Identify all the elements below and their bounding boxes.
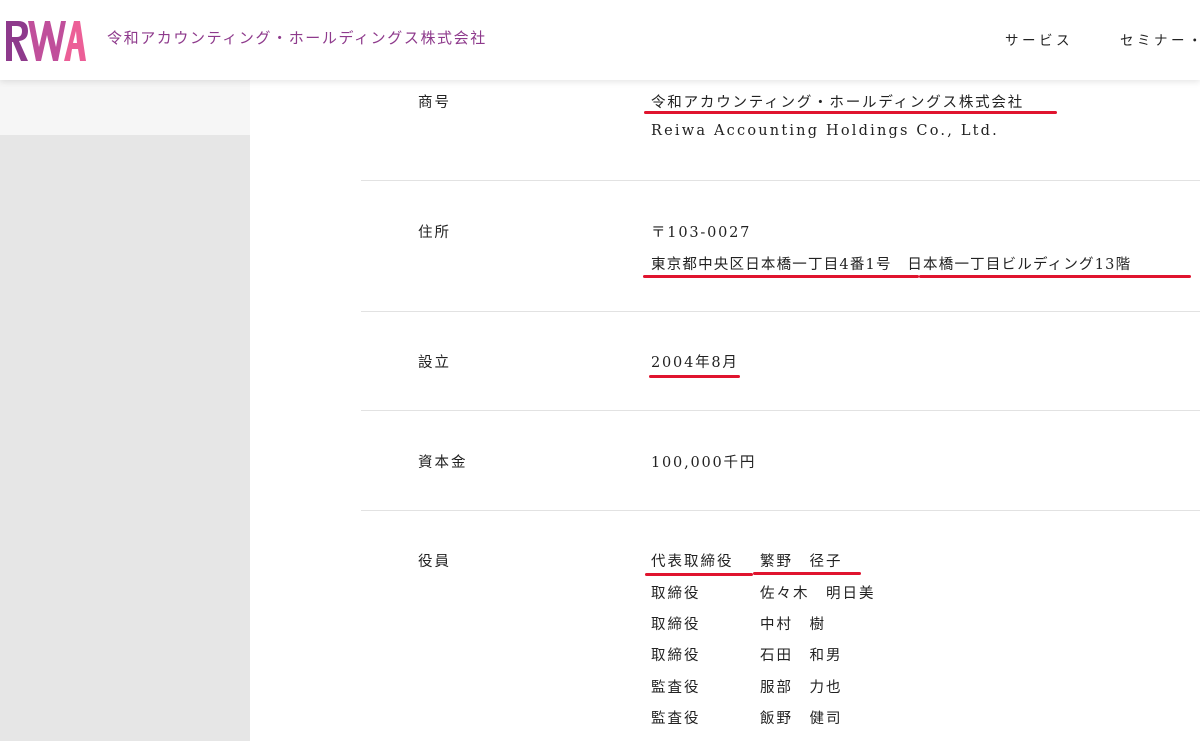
capital-label: 資本金 — [418, 455, 468, 471]
company-name[interactable]: 令和アカウンティング・ホールディングス株式会社 — [107, 27, 487, 48]
trade-name-label: 商号 — [418, 95, 451, 111]
capital-value: 100,000千円 — [651, 455, 757, 471]
officer-role: 取締役 — [651, 617, 701, 633]
row-divider — [361, 410, 1200, 411]
site-header: 令和アカウンティング・ホールディングス株式会社 サービス セミナー・ — [0, 0, 1200, 80]
row-divider — [361, 510, 1200, 511]
address-line: 東京都中央区日本橋一丁目4番1号 日本橋一丁目ビルディング13階 — [651, 257, 1132, 273]
officer-role: 取締役 — [651, 648, 701, 664]
officer-name: 繁野 径子 — [760, 554, 843, 570]
officer-name: 石田 和男 — [760, 648, 843, 664]
highlight-underline — [649, 375, 740, 378]
highlight-underline — [644, 111, 1057, 114]
sidebar-panel — [0, 135, 250, 741]
address-postal: 〒103-0027 — [651, 225, 752, 241]
officer-role: 監査役 — [651, 680, 701, 696]
officer-name: 飯野 健司 — [760, 711, 843, 727]
company-logo[interactable] — [4, 17, 86, 63]
trade-name-ja: 令和アカウンティング・ホールディングス株式会社 — [651, 95, 1025, 111]
officer-name: 佐々木 明日美 — [760, 586, 876, 602]
row-divider — [361, 311, 1200, 312]
highlight-underline — [643, 275, 919, 278]
officer-name: 服部 力也 — [760, 680, 843, 696]
established-value: 2004年8月 — [651, 355, 739, 371]
row-divider — [361, 180, 1200, 181]
page: 令和アカウンティング・ホールディングス株式会社 サービス セミナー・ 商号 令和… — [0, 0, 1200, 741]
highlight-underline — [919, 275, 1191, 278]
officer-name: 中村 樹 — [760, 617, 826, 633]
officers-label: 役員 — [418, 554, 451, 570]
trade-name-en: Reiwa Accounting Holdings Co., Ltd. — [651, 123, 999, 139]
officer-role: 監査役 — [651, 711, 701, 727]
sidebar-top-panel — [0, 80, 250, 135]
highlight-underline — [645, 573, 753, 576]
nav-seminar[interactable]: セミナー・ — [1120, 29, 1200, 49]
officer-role: 取締役 — [651, 586, 701, 602]
nav-services[interactable]: サービス — [1005, 29, 1073, 49]
address-label: 住所 — [418, 225, 451, 241]
officer-role: 代表取締役 — [651, 554, 734, 570]
highlight-underline — [753, 572, 861, 575]
established-label: 設立 — [418, 355, 451, 371]
